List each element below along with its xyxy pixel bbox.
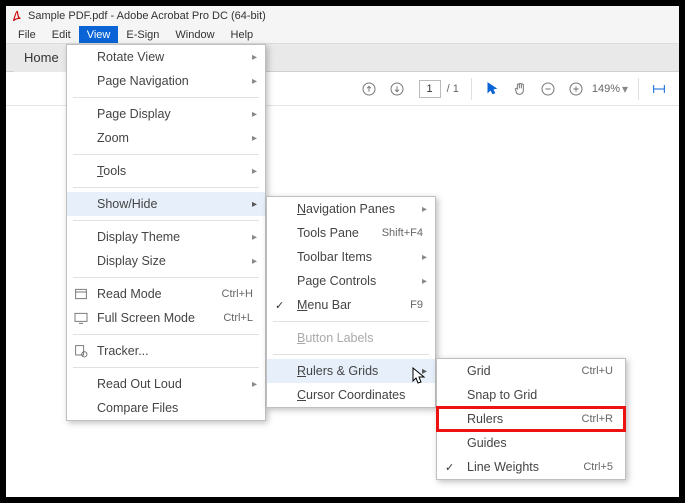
menu-read-out-loud[interactable]: Read Out Loud▸ (67, 372, 265, 396)
menu-help[interactable]: Help (223, 26, 262, 43)
menu-display-theme[interactable]: Display Theme▸ (67, 225, 265, 249)
window-frame: Sample PDF.pdf - Adobe Acrobat Pro DC (6… (0, 0, 685, 503)
menu-view[interactable]: View (79, 26, 119, 43)
read-mode-icon (73, 286, 89, 302)
full-screen-icon (73, 310, 89, 326)
menu-window[interactable]: Window (167, 26, 222, 43)
menu-zoom[interactable]: Zoom▸ (67, 126, 265, 150)
menu-navigation-panes[interactable]: Navigation Panes▸ (267, 197, 435, 221)
menu-full-screen[interactable]: Full Screen ModeCtrl+L (67, 306, 265, 330)
selection-tool-icon[interactable] (478, 75, 506, 103)
menu-display-size[interactable]: Display Size▸ (67, 249, 265, 273)
page-count: / 1 (447, 83, 459, 95)
menubar[interactable]: File Edit View E-Sign Window Help (6, 26, 679, 44)
menu-compare-files[interactable]: Compare Files (67, 396, 265, 420)
menu-page-controls[interactable]: Page Controls▸ (267, 269, 435, 293)
menu-page-navigation[interactable]: Page Navigation▸ (67, 69, 265, 93)
page-up-icon[interactable] (355, 75, 383, 103)
menu-menu-bar[interactable]: ✓Menu BarF9 (267, 293, 435, 317)
zoom-value: 149% (592, 83, 620, 95)
hand-tool-icon[interactable] (506, 75, 534, 103)
menu-read-mode[interactable]: Read ModeCtrl+H (67, 282, 265, 306)
menu-tools[interactable]: Tools▸ (67, 159, 265, 183)
zoom-in-icon[interactable] (562, 75, 590, 103)
chevron-down-icon[interactable]: ▾ (622, 82, 632, 96)
menu-snap-to-grid[interactable]: Snap to Grid (437, 383, 625, 407)
menu-cursor-coordinates[interactable]: Cursor Coordinates (267, 383, 435, 407)
menu-tools-pane[interactable]: Tools PaneShift+F4 (267, 221, 435, 245)
menu-button-labels: Button Labels (267, 326, 435, 350)
menu-grid[interactable]: GridCtrl+U (437, 359, 625, 383)
view-menu-panel[interactable]: Rotate View▸ Page Navigation▸ Page Displ… (66, 44, 266, 421)
menu-rulers[interactable]: RulersCtrl+R (437, 407, 625, 431)
zoom-level[interactable]: 149% ▾ (590, 82, 632, 96)
check-icon: ✓ (275, 299, 284, 312)
check-icon: ✓ (445, 461, 454, 474)
menu-line-weights[interactable]: ✓Line WeightsCtrl+5 (437, 455, 625, 479)
menu-file[interactable]: File (10, 26, 44, 43)
tracker-icon (73, 343, 89, 359)
fit-width-icon[interactable] (645, 75, 673, 103)
window-title: Sample PDF.pdf - Adobe Acrobat Pro DC (6… (28, 10, 266, 22)
app-chrome: Sample PDF.pdf - Adobe Acrobat Pro DC (6… (6, 6, 679, 497)
menu-page-display[interactable]: Page Display▸ (67, 102, 265, 126)
page-down-icon[interactable] (383, 75, 411, 103)
menu-rotate-view[interactable]: Rotate View▸ (67, 45, 265, 69)
tab-home[interactable]: Home (14, 44, 69, 72)
page-number-input[interactable]: 1 (419, 80, 441, 98)
menu-tracker[interactable]: Tracker... (67, 339, 265, 363)
zoom-out-icon[interactable] (534, 75, 562, 103)
menu-toolbar-items[interactable]: Toolbar Items▸ (267, 245, 435, 269)
titlebar: Sample PDF.pdf - Adobe Acrobat Pro DC (6… (6, 6, 679, 26)
rulers-grids-panel[interactable]: GridCtrl+U Snap to Grid RulersCtrl+R Gui… (436, 358, 626, 480)
menu-rulers-grids[interactable]: Rulers & Grids▸ (267, 359, 435, 383)
acrobat-icon (10, 9, 24, 23)
menu-show-hide[interactable]: Show/Hide▸ (67, 192, 265, 216)
menu-guides[interactable]: Guides (437, 431, 625, 455)
menu-edit[interactable]: Edit (44, 26, 79, 43)
menu-esign[interactable]: E-Sign (118, 26, 167, 43)
show-hide-panel[interactable]: Navigation Panes▸ Tools PaneShift+F4 Too… (266, 196, 436, 408)
